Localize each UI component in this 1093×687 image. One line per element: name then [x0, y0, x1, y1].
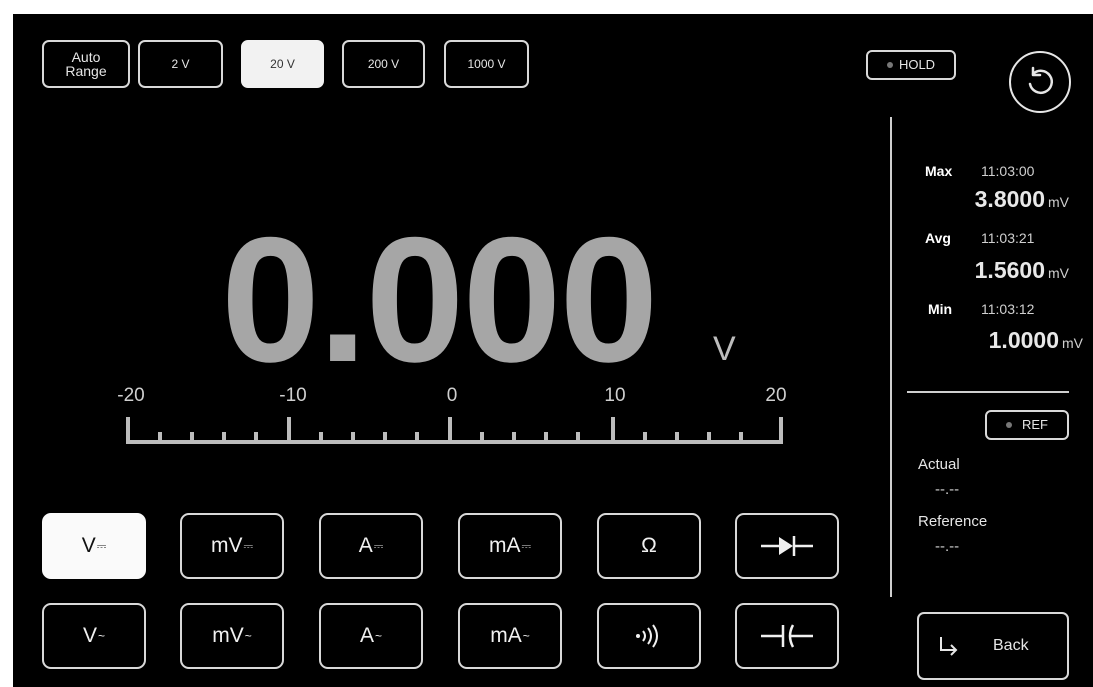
reading-value: 0.000 — [221, 200, 658, 399]
mode-ac-millivolts-label: mV — [212, 624, 244, 647]
ref-indicator-icon — [1006, 422, 1012, 428]
multimeter-screen: Auto Range 2 V 20 V 200 V 1000 V HOLD 0.… — [13, 14, 1093, 687]
mode-ac-milliamps-label: mA — [490, 624, 522, 647]
hold-button[interactable]: HOLD — [866, 50, 956, 80]
avg-time: 11:03:21 — [981, 230, 1035, 246]
mode-dc-volts-label: V — [81, 534, 96, 557]
mode-ac-volts-label: V — [82, 624, 97, 647]
min-value-row: 1.0000 mV — [989, 327, 1083, 354]
ref-label: REF — [1022, 417, 1048, 432]
scale-label-20: 20 — [765, 385, 787, 406]
dc-symbol: ⎓ — [243, 538, 254, 553]
hold-label: HOLD — [898, 57, 936, 72]
capacitor-icon — [761, 624, 813, 648]
back-button[interactable]: Back — [917, 612, 1069, 680]
back-arrow-icon — [940, 637, 958, 656]
max-label: Max — [925, 163, 953, 179]
mode-dc-amps-button[interactable]: A ⎓ — [319, 513, 423, 579]
scale-label-neg20: -20 — [117, 385, 145, 406]
range-2v-label: 2 V — [171, 57, 190, 71]
range-20v-label: 20 V — [270, 57, 295, 71]
mode-resistance-button[interactable]: Ω — [597, 513, 701, 579]
mode-diode-button[interactable] — [735, 513, 839, 579]
auto-range-label: Auto Range — [65, 49, 107, 79]
dc-symbol: ⎓ — [521, 538, 532, 553]
max-value: 3.8000 — [974, 186, 1045, 212]
continuity-icon — [636, 624, 658, 648]
avg-label: Avg — [925, 230, 951, 246]
diode-icon — [761, 536, 813, 556]
reference-label: Reference — [918, 513, 988, 530]
reading-unit: V — [713, 330, 736, 368]
mode-ac-amps-label: A — [359, 624, 374, 647]
mode-dc-millivolts-label: mV — [210, 534, 243, 557]
mode-ac-milliamps-button[interactable]: mA ~ — [458, 603, 562, 669]
mode-capacitance-button[interactable] — [735, 603, 839, 669]
mode-dc-milliamps-label: mA — [488, 534, 521, 557]
mode-dc-millivolts-button[interactable]: mV ⎓ — [180, 513, 284, 579]
avg-value-row: 1.5600 mV — [975, 257, 1069, 284]
actual-value: --.-- — [935, 481, 960, 498]
max-time: 11:03:00 — [981, 163, 1035, 179]
range-1000v-button[interactable]: 1000 V — [444, 40, 529, 88]
scale-label-0: 0 — [446, 385, 458, 406]
stats-divider — [907, 391, 1069, 393]
dc-symbol: ⎓ — [373, 538, 384, 553]
avg-unit: mV — [1048, 265, 1069, 281]
auto-range-button[interactable]: Auto Range — [42, 40, 130, 88]
hold-indicator-icon — [886, 62, 893, 68]
ac-symbol: ~ — [244, 629, 252, 643]
max-value-row: 3.8000 mV — [975, 186, 1069, 213]
actual-label: Actual — [918, 456, 960, 473]
mode-continuity-button[interactable] — [597, 603, 701, 669]
mode-ac-millivolts-button[interactable]: mV ~ — [180, 603, 284, 669]
min-unit: mV — [1062, 335, 1083, 351]
ref-button[interactable]: REF — [985, 410, 1069, 440]
mode-ac-volts-button[interactable]: V ~ — [42, 603, 146, 669]
analog-scale-bar — [126, 417, 783, 444]
range-200v-label: 200 V — [367, 57, 400, 71]
range-1000v-label: 1000 V — [467, 57, 506, 71]
ac-symbol: ~ — [522, 629, 530, 643]
range-200v-button[interactable]: 200 V — [342, 40, 425, 88]
mode-resistance-label: Ω — [641, 534, 657, 557]
mode-dc-amps-label: A — [358, 534, 373, 557]
range-2v-button[interactable]: 2 V — [138, 40, 223, 88]
ac-symbol: ~ — [98, 629, 106, 643]
reset-icon — [1028, 66, 1054, 94]
mode-dc-volts-button[interactable]: V ⎓ — [42, 513, 146, 579]
scale-label-neg10: -10 — [279, 385, 307, 406]
min-value: 1.0000 — [988, 327, 1059, 353]
avg-value: 1.5600 — [974, 257, 1045, 283]
mode-dc-milliamps-button[interactable]: mA ⎓ — [458, 513, 562, 579]
max-unit: mV — [1048, 194, 1069, 210]
dc-symbol: ⎓ — [96, 538, 107, 553]
reset-button[interactable] — [1009, 51, 1071, 113]
min-label: Min — [928, 301, 953, 317]
scale-label-10: 10 — [604, 385, 626, 406]
range-20v-button[interactable]: 20 V — [241, 40, 324, 88]
ac-symbol: ~ — [375, 629, 383, 643]
min-time: 11:03:12 — [981, 301, 1035, 317]
mode-ac-amps-button[interactable]: A ~ — [319, 603, 423, 669]
reference-value: --.-- — [935, 538, 960, 555]
side-panel-divider — [890, 117, 892, 597]
back-label: Back — [993, 637, 1029, 654]
